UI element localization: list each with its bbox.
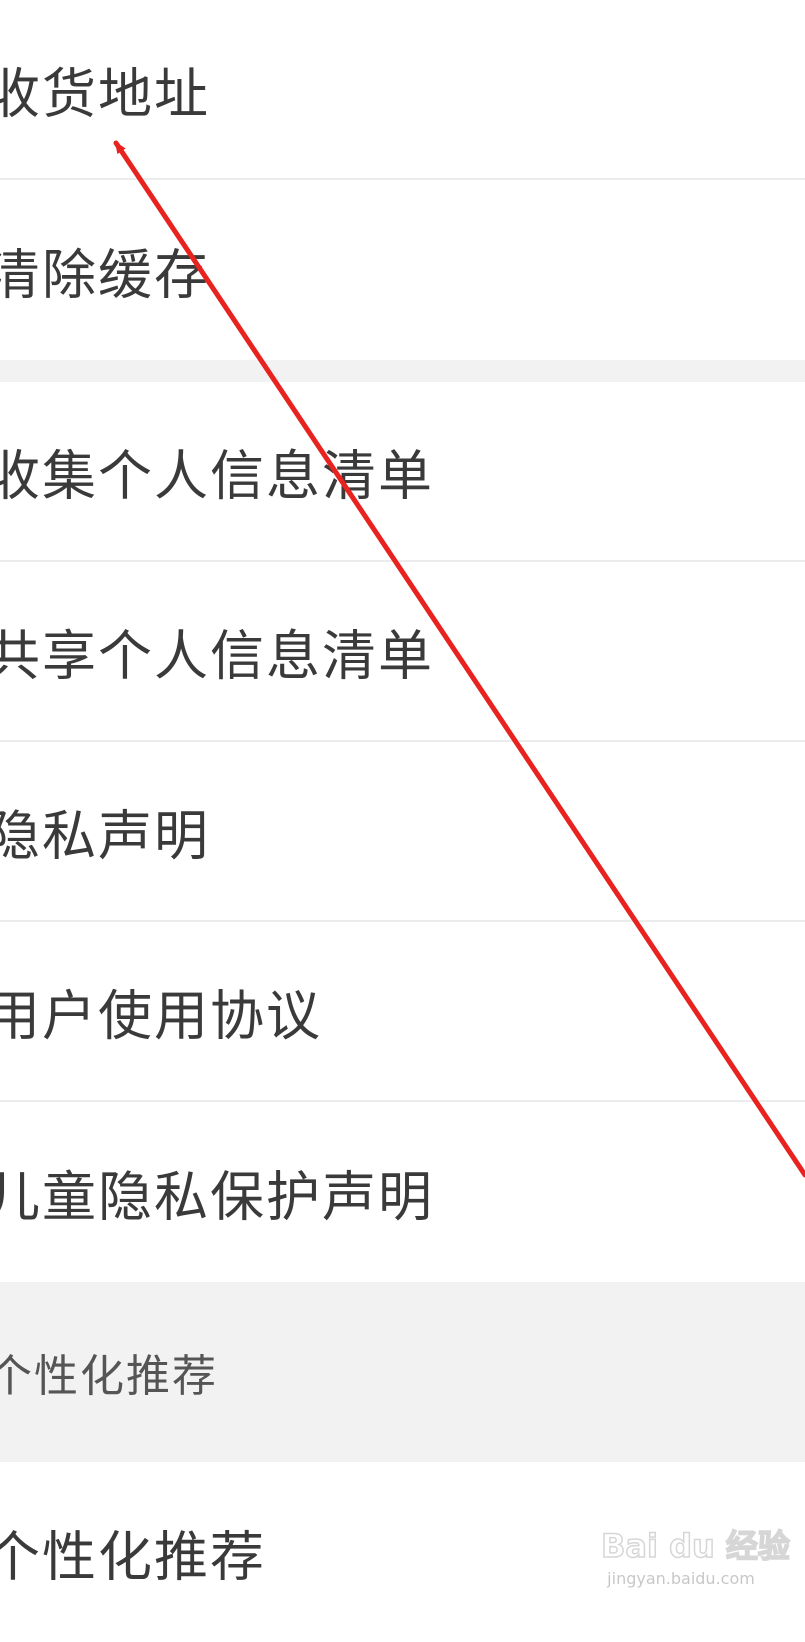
list-item-clear-cache[interactable]: 清除缓存 <box>0 180 805 360</box>
list-item-label: 共享个人信息清单 <box>0 624 434 688</box>
baidu-watermark: Bai du 经验 jingyan.baidu.com <box>600 1521 790 1588</box>
list-item-shared-info[interactable]: 共享个人信息清单 <box>0 562 805 742</box>
list-item-label: 隐私声明 <box>0 804 210 868</box>
section-divider <box>0 360 805 382</box>
watermark-logo: Bai du 经验 <box>600 1526 790 1566</box>
list-item-shipping-address[interactable]: 收货地址 <box>0 0 805 180</box>
list-item-children-privacy[interactable]: 儿童隐私保护声明 <box>0 1102 805 1282</box>
list-item-label: 清除缓存 <box>0 243 210 307</box>
watermark-url: jingyan.baidu.com <box>607 1569 755 1588</box>
settings-list: 收货地址 清除缓存 收集个人信息清单 共享个人信息清单 隐私声明 用户使用协议 … <box>0 0 805 1642</box>
list-item-user-agreement[interactable]: 用户使用协议 <box>0 922 805 1102</box>
list-item-label: 个性化推荐 <box>0 1525 266 1589</box>
list-item-label: 用户使用协议 <box>0 984 322 1048</box>
section-header-personalization: 个性化推荐 <box>0 1282 805 1462</box>
list-item-privacy-statement[interactable]: 隐私声明 <box>0 742 805 922</box>
list-item-collected-info[interactable]: 收集个人信息清单 <box>0 382 805 562</box>
section-header-label: 个性化推荐 <box>0 1351 218 1402</box>
list-item-label: 儿童隐私保护声明 <box>0 1165 434 1229</box>
list-item-label: 收货地址 <box>0 62 210 126</box>
list-item-label: 收集个人信息清单 <box>0 444 434 508</box>
